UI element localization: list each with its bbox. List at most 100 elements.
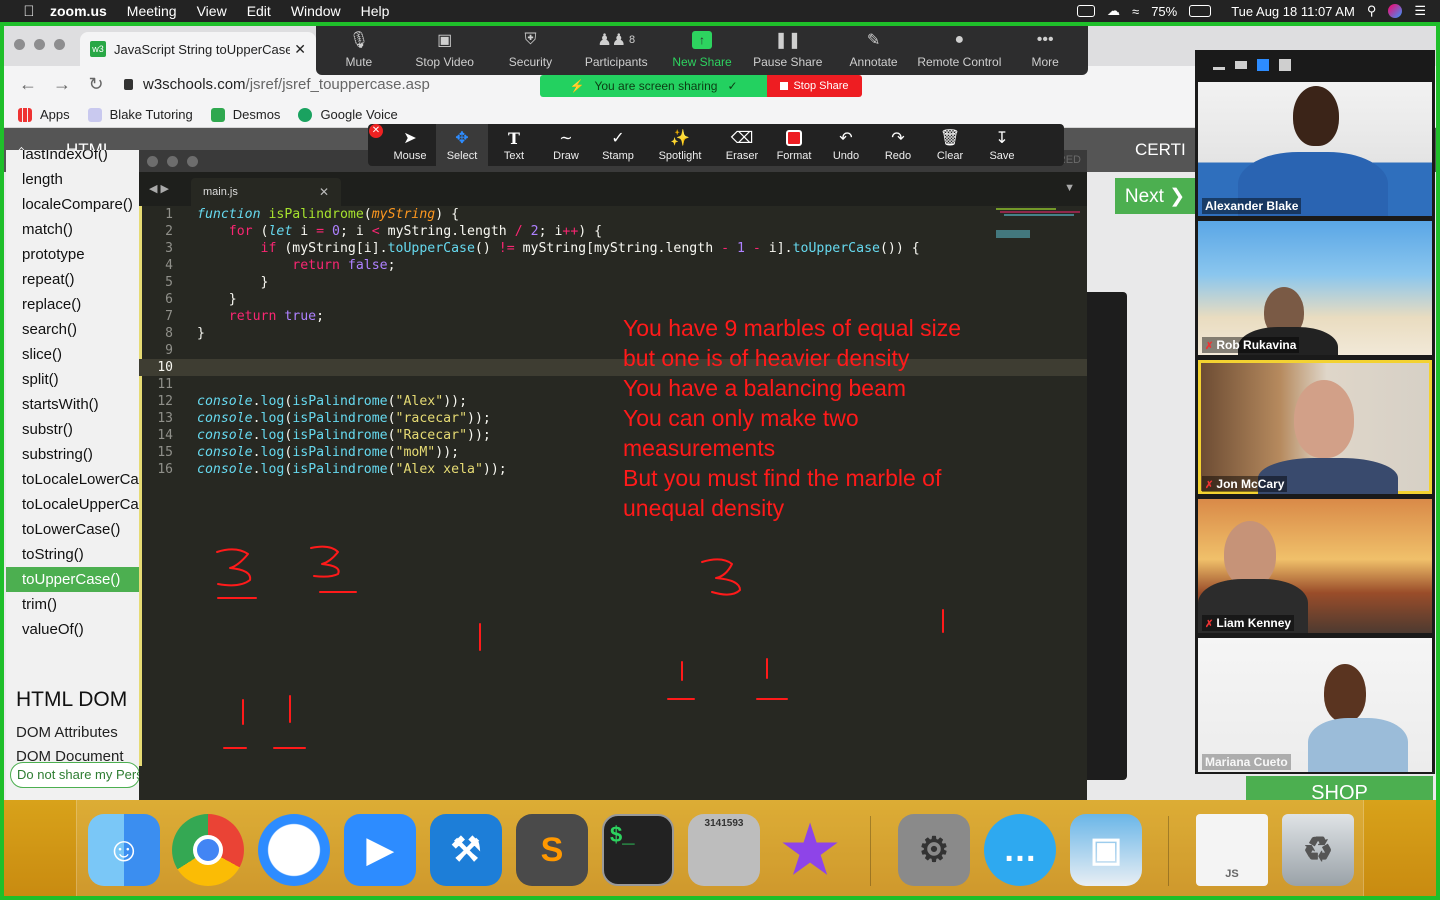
sidebar-item[interactable]: substring() [6,442,139,467]
sharing-status[interactable]: ⚡ You are screen sharing ✓ [540,75,767,97]
bookmark-desmos[interactable]: Desmos [210,107,280,122]
sidebar-item[interactable]: substr() [6,417,139,442]
preview-icon[interactable]: ▣ [1070,814,1142,886]
calculator-icon[interactable]: 3141593 [688,814,760,886]
zoom-stop-video-button[interactable]: ▣ Stop Video [402,23,488,75]
tab-nav-arrows-icon[interactable]: ◀ ▶ [149,182,169,195]
annotate-clear-tool[interactable]: 🗑 Clear [924,124,976,166]
trash-icon[interactable]: ♻ [1282,814,1354,886]
notification-center-icon[interactable]: ☰ [1414,3,1426,19]
annotate-mouse-tool[interactable]: ➤ Mouse [384,124,436,166]
finder-icon[interactable]: ☺ [88,814,160,886]
annotate-spotlight-tool[interactable]: ✨ Spotlight [644,124,716,166]
sublime-text-icon[interactable]: S [516,814,588,886]
forward-arrow-icon[interactable]: → [52,74,72,95]
annotate-redo-tool[interactable]: ↷ Redo [872,124,924,166]
stop-share-button[interactable]: Stop Share [767,75,862,97]
messages-icon[interactable]: … [984,814,1056,886]
editor-tab-close-icon[interactable]: ✕ [319,185,329,199]
zoom-annotate-button[interactable]: ✎ Annotate [831,23,917,75]
menu-edit[interactable]: Edit [247,3,271,19]
sidebar-dom-document[interactable]: DOM Document [16,748,124,762]
screen-share-status-icon[interactable] [1077,5,1096,17]
menu-help[interactable]: Help [361,3,390,19]
annotate-select-tool[interactable]: ✥ Select [436,124,488,166]
clock[interactable]: Tue Aug 18 11:07 AM [1231,4,1355,19]
minimize-window-button[interactable] [34,39,45,50]
participant-video[interactable]: Alexander Blake [1198,82,1432,216]
wifi-icon[interactable]: ≈ [1132,4,1139,19]
annotate-close-icon[interactable]: ✕ [369,124,383,138]
back-arrow-icon[interactable]: ← [18,74,38,95]
zoom-pause-share-button[interactable]: ❚❚ Pause Share [745,23,831,75]
sidebar-item[interactable]: trim() [6,592,139,617]
annotate-save-tool[interactable]: ↧ Save [976,124,1028,166]
close-window-button[interactable] [14,39,25,50]
sidebar-item[interactable]: toLocaleUpperCase() [6,492,139,517]
editor-tab-main-js[interactable]: main.js ✕ [191,178,341,206]
thumbnail-view-icon[interactable] [1257,59,1269,71]
zoom-window-button[interactable] [54,39,65,50]
reload-icon[interactable]: ↻ [86,74,106,95]
sidebar-item[interactable]: slice() [6,342,139,367]
sidebar-item[interactable]: toLowerCase() [6,517,139,542]
zoom-mute-button[interactable]: 🎙 Mute [316,23,402,75]
menu-app[interactable]: zoom.us [50,3,107,19]
menu-view[interactable]: View [197,3,227,19]
sidebar-item[interactable]: toUpperCase() [6,567,139,592]
bookmark-blake-tutoring[interactable]: Blake Tutoring [87,107,193,122]
menu-meeting[interactable]: Meeting [127,3,177,19]
battery-percent[interactable]: 75% [1151,4,1177,19]
sidebar-item[interactable]: localeCompare() [6,192,139,217]
bookmark-google-voice[interactable]: Google Voice [298,107,398,122]
zoom-new-share-button[interactable]: ↑ New Share [659,23,745,75]
cloud-icon[interactable]: ☁ [1107,3,1120,19]
minimize-gallery-icon[interactable] [1213,66,1225,70]
sidebar-item[interactable]: search() [6,317,139,342]
sidebar-item[interactable]: repeat() [6,267,139,292]
annotate-format-tool[interactable]: Format [768,124,820,166]
js-file-icon[interactable]: JS [1196,814,1268,886]
sidebar-item[interactable]: length [6,167,139,192]
chrome-icon[interactable] [172,814,244,886]
speaker-strip-icon[interactable] [1235,61,1247,69]
zoom-participants-button[interactable]: ♟♟ 8 Participants [573,23,659,75]
participant-video[interactable]: ✗ Liam Kenney [1198,499,1432,633]
sidebar-item[interactable]: startsWith() [6,392,139,417]
annotate-text-tool[interactable]: T Text [488,124,540,166]
sidebar-item[interactable]: toString() [6,542,139,567]
imovie-icon[interactable]: ★ [774,814,846,886]
tab-menu-chevron-icon[interactable]: ▼ [1064,182,1075,194]
sidebar-dom-attributes[interactable]: DOM Attributes [16,724,118,741]
sidebar-item[interactable]: toLocaleLowerCase() [6,467,139,492]
sidebar-item[interactable]: valueOf() [6,617,139,642]
annotate-draw-tool[interactable]: ∼ Draw [540,124,592,166]
zoom-security-button[interactable]: ⛨ Security [488,23,574,75]
sidebar-item[interactable]: split() [6,367,139,392]
nav-certified[interactable]: CERTI [1135,140,1186,160]
menu-window[interactable]: Window [291,3,341,19]
annotate-eraser-tool[interactable]: ⌫ Eraser [716,124,768,166]
battery-icon[interactable] [1189,5,1212,17]
tab-close-icon[interactable]: ✕ [294,41,306,58]
participant-video-active-speaker[interactable]: ✗ Jon McCary [1198,360,1432,494]
participant-video[interactable]: ✗ Rob Rukavina [1198,221,1432,355]
address-bar[interactable]: w3schools.com/jsref/jsref_touppercase.as… [124,76,430,93]
sidebar-item[interactable]: lastIndexOf() [6,150,139,167]
system-preferences-icon[interactable]: ⚙ [898,814,970,886]
sidebar-item[interactable]: prototype [6,242,139,267]
editor-zoom-button[interactable] [187,156,198,167]
terminal-icon[interactable]: $_ [602,814,674,886]
bookmark-apps[interactable]: Apps [18,107,70,122]
annotate-undo-tool[interactable]: ↶ Undo [820,124,872,166]
sidebar-item[interactable]: match() [6,217,139,242]
zoom-more-button[interactable]: ••• More [1002,23,1088,75]
editor-minimap[interactable] [994,206,1084,246]
siri-icon[interactable] [1388,4,1403,18]
spotlight-search-icon[interactable]: ⚲ [1367,3,1377,19]
safari-icon[interactable]: ➚ [258,814,330,886]
annotate-stamp-tool[interactable]: ✓ Stamp [592,124,644,166]
browser-tab[interactable]: w3 JavaScript String toUpperCase ✕ [80,32,316,66]
zoom-app-icon[interactable]: ▶ [344,814,416,886]
apple-icon[interactable]:  [22,3,36,20]
